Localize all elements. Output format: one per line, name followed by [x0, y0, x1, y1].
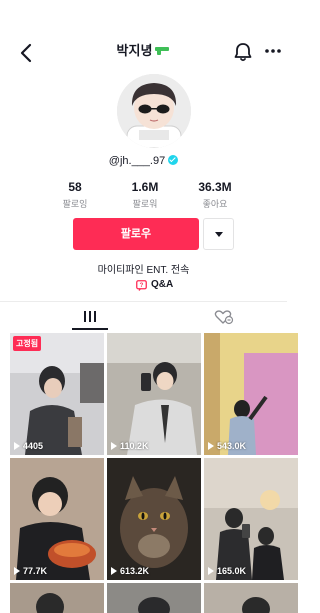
thumbnail-image: [107, 458, 201, 580]
view-count: 110.2K: [111, 441, 149, 451]
video-thumbnail-4[interactable]: 77.7K: [10, 458, 104, 580]
video-thumbnail-9[interactable]: [204, 583, 298, 613]
tab-videos[interactable]: [72, 306, 108, 328]
stat-following[interactable]: 58 팔로잉: [45, 180, 105, 210]
avatar-illustration: [117, 74, 191, 148]
gun-emoji-icon: [155, 47, 170, 55]
video-thumbnail-5[interactable]: 613.2K: [107, 458, 201, 580]
dropdown-icon: [215, 232, 223, 237]
profile-bio: 마이티파인 ENT. 전속: [97, 265, 190, 276]
liked-icon: [214, 310, 234, 325]
play-icon: [208, 567, 214, 575]
bell-icon[interactable]: [232, 41, 254, 63]
play-icon: [14, 567, 20, 575]
thumbnail-image: [204, 458, 298, 580]
followers-label: 팔로워: [132, 199, 158, 209]
video-thumbnail-7[interactable]: [10, 583, 104, 613]
thumbnail-image: [204, 583, 298, 613]
profile-handle: @jh.___.97: [0, 155, 287, 167]
profile-stats: 58 팔로잉 1.6M 팔로워 36.3M 좋아요: [40, 180, 250, 212]
play-icon: [208, 442, 214, 450]
profile-header: 박지녕: [0, 30, 287, 74]
svg-text:?: ?: [140, 283, 144, 289]
following-label: 팔로잉: [62, 199, 88, 209]
suggested-accounts-button[interactable]: [203, 218, 234, 250]
play-icon: [111, 567, 117, 575]
view-count: 165.0K: [208, 566, 246, 576]
video-thumbnail-8[interactable]: [107, 583, 201, 613]
thumbnail-image: [107, 333, 201, 455]
followers-count: 1.6M: [131, 180, 159, 194]
grid-icon: [84, 311, 96, 322]
play-icon: [111, 442, 117, 450]
view-count: 613.2K: [111, 566, 149, 576]
profile-name: 박지녕: [116, 43, 153, 58]
play-icon: [14, 442, 20, 450]
thumbnail-image: [204, 333, 298, 455]
pinned-badge: 고정됨: [13, 336, 42, 351]
following-count: 58: [68, 180, 82, 194]
follow-button[interactable]: 팔로우: [73, 218, 199, 250]
qa-label: Q&A: [151, 279, 174, 290]
video-thumbnail-2[interactable]: 110.2K: [107, 333, 201, 455]
verified-icon: [168, 155, 179, 165]
stat-likes[interactable]: 36.3M 좋아요: [185, 180, 245, 210]
likes-count: 36.3M: [198, 180, 232, 194]
video-grid: 고정됨 4405 110.2K 543.0K 77.7K 613.2K 165.…: [10, 333, 298, 613]
thumbnail-image: [10, 333, 104, 455]
video-thumbnail-6[interactable]: 165.0K: [204, 458, 298, 580]
view-count: 77.7K: [14, 566, 47, 576]
avatar[interactable]: [117, 74, 191, 148]
thumbnail-image: [107, 583, 201, 613]
video-thumbnail-3[interactable]: 543.0K: [204, 333, 298, 455]
qa-icon: ?: [136, 280, 147, 291]
video-thumbnail-1[interactable]: 고정됨 4405: [10, 333, 104, 455]
tab-indicator: [72, 328, 108, 330]
stat-followers[interactable]: 1.6M 팔로워: [115, 180, 175, 210]
thumbnail-image: [10, 583, 104, 613]
view-count: 543.0K: [208, 441, 246, 451]
tab-liked[interactable]: [205, 306, 241, 328]
handle-text: @jh.___.97: [108, 155, 166, 167]
section-divider: [0, 301, 287, 302]
more-icon[interactable]: [264, 46, 282, 56]
likes-label: 좋아요: [202, 199, 228, 209]
view-count: 4405: [14, 441, 43, 451]
thumbnail-image: [10, 458, 104, 580]
